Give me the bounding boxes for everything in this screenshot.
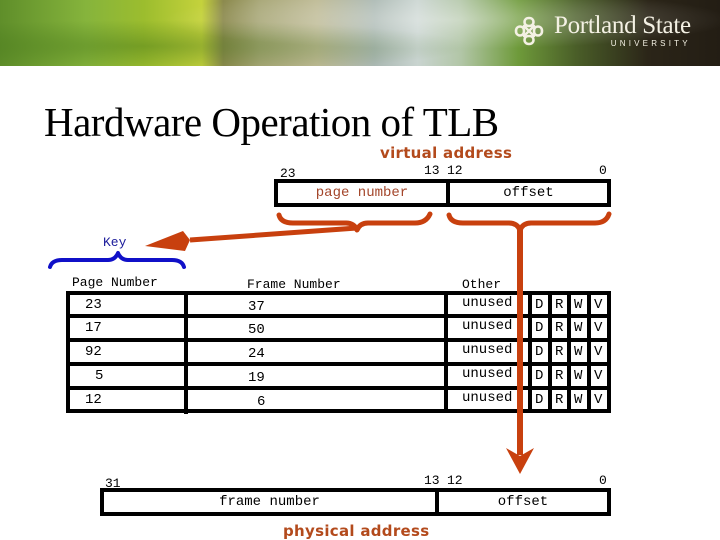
offset-brace <box>446 211 612 233</box>
logo-name: Portland State <box>554 12 691 39</box>
psu-logo-icon <box>514 16 544 46</box>
logo-subtitle: UNIVERSITY <box>610 39 691 48</box>
arrows-layer <box>48 211 612 474</box>
key-arrow <box>145 225 358 251</box>
key-brace <box>48 251 186 269</box>
university-logo: Portland State UNIVERSITY <box>512 12 691 48</box>
offset-arrow <box>506 228 534 474</box>
